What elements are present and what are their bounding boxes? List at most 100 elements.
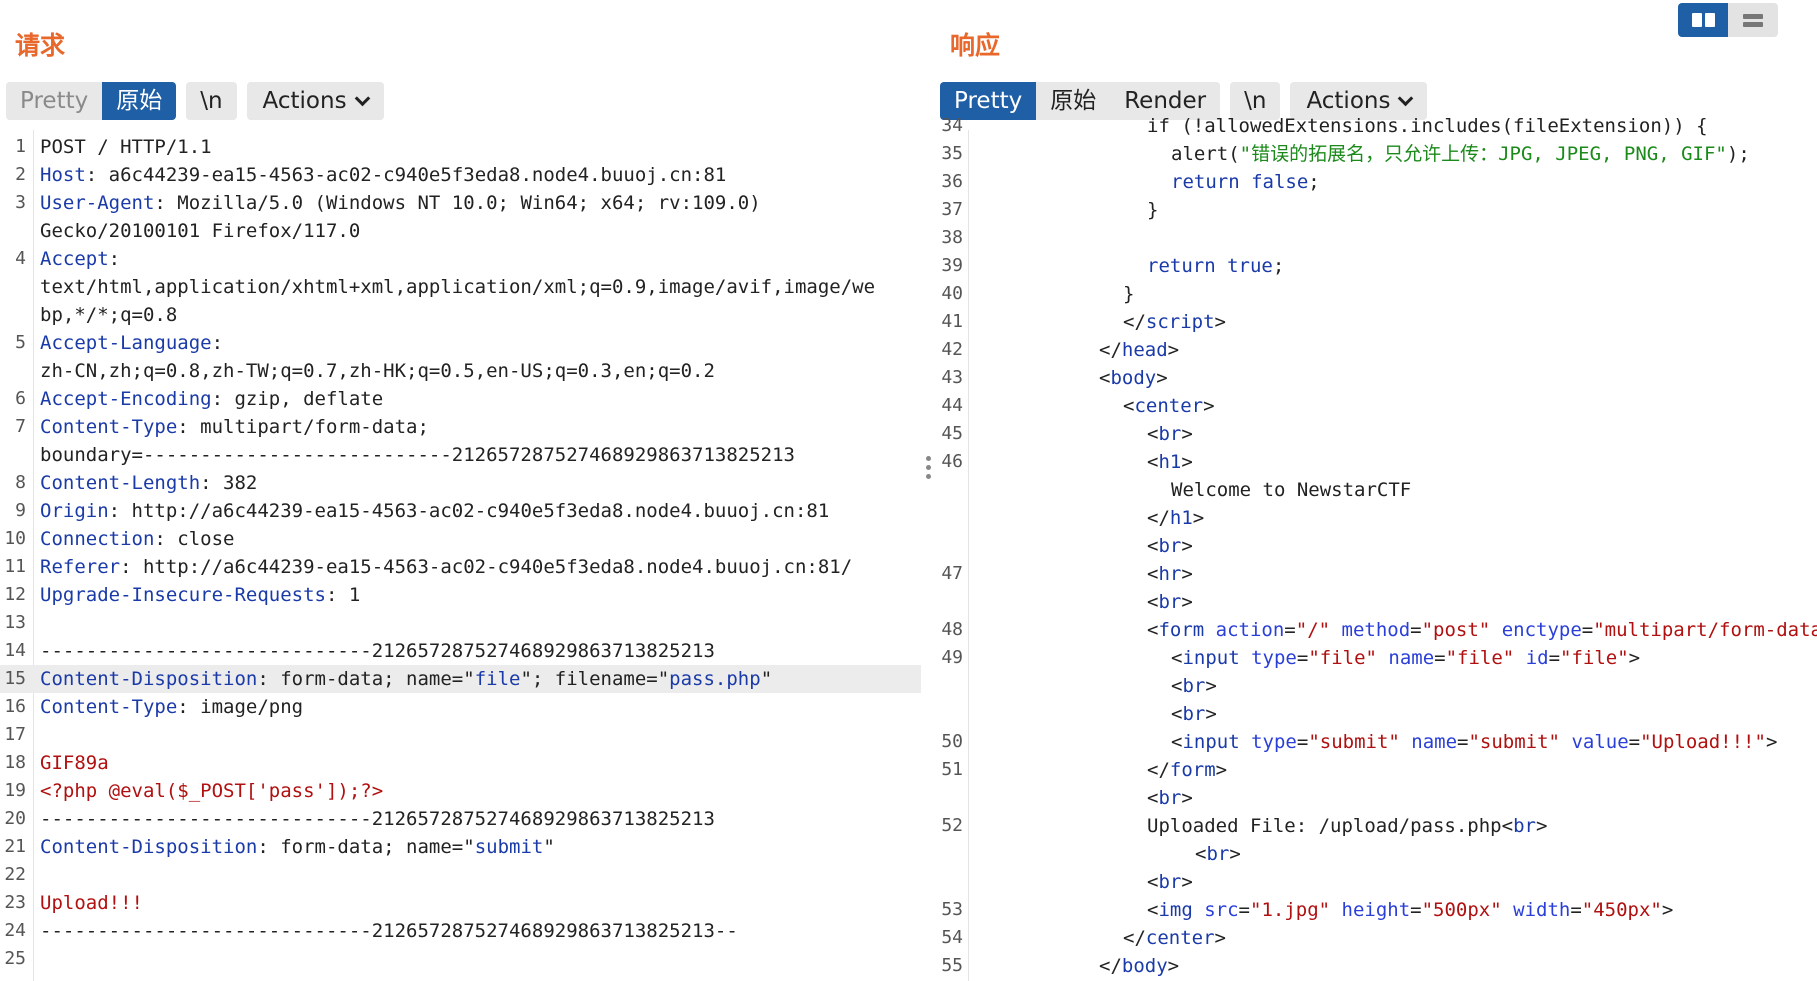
split-rows-icon[interactable] xyxy=(1728,3,1778,37)
code-token: > xyxy=(1535,815,1548,837)
code-text: Content-Type: multipart/form-data; xyxy=(40,413,429,441)
code-text: -----------------------------21265728752… xyxy=(40,805,715,833)
code-token: : http://a6c44239-ea15-4563-ac02-c940e5f… xyxy=(108,500,830,522)
code-line: <br> xyxy=(937,532,1817,560)
code-token: return true xyxy=(1147,255,1273,277)
code-line: zh-CN,zh;q=0.8,zh-TW;q=0.7,zh-HK;q=0.5,e… xyxy=(0,357,921,385)
code-token: center xyxy=(1145,927,1215,949)
code-token: > xyxy=(1214,927,1226,949)
line-number: 10 xyxy=(4,528,26,549)
line-number: 9 xyxy=(15,500,26,521)
code-token: > xyxy=(1203,395,1215,417)
code-token: bp,*/*;q=0.8 xyxy=(40,304,178,326)
code-token: < xyxy=(1147,591,1159,613)
line-number: 46 xyxy=(941,451,963,472)
code-line: 14 -----------------------------212657287… xyxy=(0,637,921,665)
code-token: </ xyxy=(1123,311,1146,333)
code-token: > xyxy=(1661,899,1674,921)
code-token: "file" xyxy=(1560,647,1629,669)
line-number: 2 xyxy=(15,164,26,185)
line-number: 36 xyxy=(941,171,963,192)
code-token: } xyxy=(1147,199,1159,221)
request-actions-button[interactable]: Actions xyxy=(246,82,384,120)
code-token: < xyxy=(1171,675,1183,697)
code-line: 52 Uploaded File: /upload/pass.php<br> xyxy=(937,812,1817,840)
code-text: <img src="1.jpg" height="500px" width="4… xyxy=(1147,896,1673,924)
code-line: 38 xyxy=(937,224,1817,252)
code-text: Content-Type: image/png xyxy=(40,693,303,721)
code-token: method xyxy=(1330,619,1411,641)
code-token: = xyxy=(1410,619,1422,641)
code-token: = xyxy=(1284,619,1296,641)
code-token: br xyxy=(1158,787,1182,809)
code-token: </ xyxy=(1099,955,1122,977)
code-token: head xyxy=(1121,339,1168,361)
code-line: text/html,application/xhtml+xml,applicat… xyxy=(0,273,921,301)
response-editor[interactable]: 34 if (!allowedExtensions.includes(fileEx… xyxy=(937,115,1817,981)
code-token: "/" xyxy=(1295,619,1331,641)
code-line: 17 xyxy=(0,721,921,749)
pane-splitter[interactable] xyxy=(921,0,937,981)
code-text: Content-Length: 382 xyxy=(40,469,257,497)
code-line: <br> xyxy=(937,840,1817,868)
code-token: > xyxy=(1215,759,1228,781)
code-text: Gecko/20100101 Firefox/117.0 xyxy=(40,217,360,245)
code-line: 34 if (!allowedExtensions.includes(fileEx… xyxy=(937,112,1817,140)
line-number: 53 xyxy=(941,899,963,920)
code-text: text/html,application/xhtml+xml,applicat… xyxy=(40,273,875,301)
code-token: Connection xyxy=(40,528,155,550)
code-line: 43 <body> xyxy=(937,364,1817,392)
code-token: Content-Type xyxy=(40,416,178,438)
request-title: 请求 xyxy=(15,31,66,60)
code-token: br xyxy=(1206,843,1230,865)
code-line: 23 Upload!!! xyxy=(0,889,921,917)
code-line: 1 POST / HTTP/1.1 xyxy=(0,133,921,161)
request-newline-toggle[interactable]: \n xyxy=(186,82,237,120)
code-line: 50 <input type="submit" name="submit" val… xyxy=(937,728,1817,756)
code-token: = xyxy=(1238,899,1250,921)
code-line: <br> xyxy=(937,700,1817,728)
line-number: 44 xyxy=(941,395,963,416)
code-token: id xyxy=(1514,647,1549,669)
code-token: : a6c44239-ea15-4563-ac02-c940e5f3eda8.n… xyxy=(85,164,727,186)
code-text: } xyxy=(1147,196,1158,224)
code-token: ); xyxy=(1726,143,1750,165)
request-view-tabs: Pretty 原始 xyxy=(6,82,177,120)
code-token: < xyxy=(1147,423,1159,445)
code-token: height xyxy=(1330,899,1411,921)
code-text: <br> xyxy=(1171,672,1217,700)
code-token: < xyxy=(1195,843,1207,865)
code-text: Connection: close xyxy=(40,525,234,553)
code-line: 4 Accept: xyxy=(0,245,921,273)
code-token: script xyxy=(1145,311,1215,333)
code-line: 45 <br> xyxy=(937,420,1817,448)
code-text: return true; xyxy=(1147,252,1284,280)
request-editor[interactable]: 1 POST / HTTP/1.1 2 Host: a6c44239-ea15-456… xyxy=(0,130,921,981)
code-token: -----------------------------21265728752… xyxy=(40,920,738,942)
code-token: : xyxy=(211,332,224,354)
split-columns-icon[interactable] xyxy=(1678,3,1728,37)
code-line: <br> xyxy=(937,588,1817,616)
code-token: : xyxy=(108,248,121,270)
code-text: <input type="submit" name="submit" value… xyxy=(1171,728,1777,756)
code-token: "submit" xyxy=(1468,731,1560,753)
code-token: : Mozilla/5.0 (Windows NT 10.0; Win64; x… xyxy=(154,192,761,214)
code-line: 51 </form> xyxy=(937,756,1817,784)
code-text: Content-Disposition: form-data; name="su… xyxy=(40,833,555,861)
code-token: Host xyxy=(40,164,86,186)
code-token: return false xyxy=(1171,171,1309,193)
code-line: 44 <center> xyxy=(937,392,1817,420)
line-number: 38 xyxy=(941,227,963,248)
code-line: 10 Connection: close xyxy=(0,525,921,553)
code-token: POST / HTTP/1.1 xyxy=(40,136,212,158)
code-line: Welcome to NewstarCTF xyxy=(937,476,1817,504)
code-token: body xyxy=(1121,955,1168,977)
code-token: br xyxy=(1158,871,1182,893)
request-tab-raw[interactable]: 原始 xyxy=(102,82,177,120)
code-token: > xyxy=(1167,955,1180,977)
code-text: if (!allowedExtensions.includes(fileExte… xyxy=(1147,112,1708,140)
code-token: "Upload!!!" xyxy=(1640,731,1766,753)
code-token: > xyxy=(1181,787,1193,809)
code-token: center xyxy=(1134,395,1204,417)
request-tab-pretty[interactable]: Pretty xyxy=(6,82,103,120)
